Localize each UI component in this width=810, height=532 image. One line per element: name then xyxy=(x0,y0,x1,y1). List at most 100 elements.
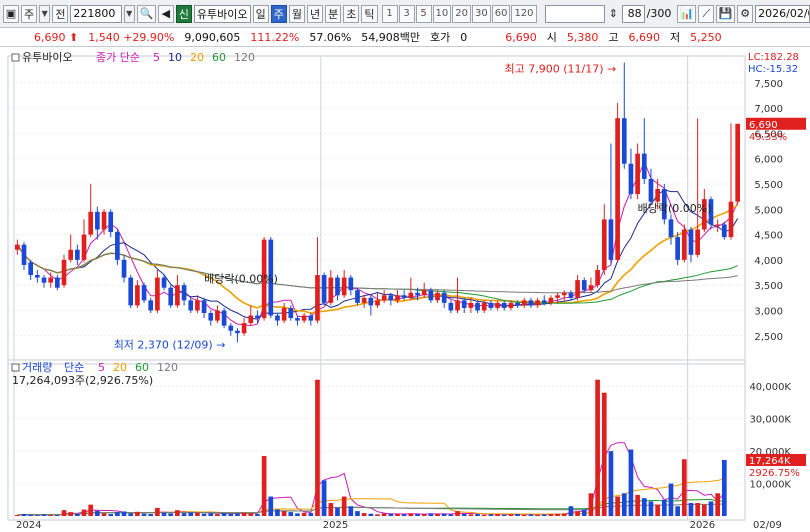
candle-body xyxy=(88,211,94,235)
candle-body xyxy=(568,292,574,298)
volume-bar xyxy=(448,514,454,516)
candle xyxy=(168,285,174,308)
max-price-annotation: 최고 7,900 (11/17) → xyxy=(505,63,617,76)
candle-body xyxy=(35,275,40,278)
period-button-4[interactable]: 분 xyxy=(325,4,342,23)
interval-button-20[interactable]: 20 xyxy=(452,4,471,23)
x-axis-label: 2026 xyxy=(690,520,715,531)
interval-custom-input[interactable] xyxy=(544,4,606,23)
period-button-0[interactable]: 일 xyxy=(252,4,269,23)
volume-bar xyxy=(695,503,700,516)
market-select[interactable]: 주 xyxy=(21,4,37,23)
up-arrow-icon: ⬆ xyxy=(69,30,79,44)
market-dropdown-icon[interactable]: ▼ xyxy=(39,4,51,23)
candle-body xyxy=(521,300,527,306)
legend-checkbox-icon[interactable] xyxy=(11,53,20,62)
candle-body xyxy=(455,300,460,311)
volume-bar xyxy=(168,513,174,516)
interval-button-120[interactable]: 120 xyxy=(511,4,537,23)
date-input[interactable]: 2026/02/0 xyxy=(755,4,810,23)
interval-button-10[interactable]: 10 xyxy=(432,4,452,23)
candle-body xyxy=(588,285,594,291)
volume-bar xyxy=(315,379,320,516)
volume-bar xyxy=(435,514,440,516)
period-button-5[interactable]: 초 xyxy=(343,4,360,23)
candle-body xyxy=(548,297,554,303)
hoga-value: 0 xyxy=(460,30,468,44)
volume-bar xyxy=(235,513,240,516)
legend-ma-label: 종가 단순 xyxy=(96,51,140,64)
interval-button-5[interactable]: 5 xyxy=(415,4,432,23)
volume-bar xyxy=(421,514,427,516)
candle-body xyxy=(348,277,354,291)
interval-button-60[interactable]: 60 xyxy=(491,4,511,23)
hoga-label: 호가 xyxy=(430,31,451,44)
candle-body xyxy=(508,302,514,308)
lc-label: LC:182.28 xyxy=(748,52,799,63)
volume-bar xyxy=(308,513,314,516)
volume-bar xyxy=(441,513,447,516)
volume-bar xyxy=(701,504,707,516)
volume-bar xyxy=(28,514,34,516)
period-button-2[interactable]: 월 xyxy=(288,4,305,23)
code-dropdown-icon[interactable]: ▼ xyxy=(123,4,135,23)
candle xyxy=(721,221,727,240)
zoom-count-input[interactable]: 88 xyxy=(621,4,645,23)
period-button-1[interactable]: 주 xyxy=(270,4,287,23)
stock-code-input[interactable]: 221800 xyxy=(70,4,122,23)
volume-legend-period: 60 xyxy=(135,361,149,374)
search-icon[interactable]: 🔍 xyxy=(136,4,156,23)
period-button-3[interactable]: 년 xyxy=(307,4,324,23)
candle-body xyxy=(395,295,400,301)
volume-tick-label: 30,000K xyxy=(749,415,791,426)
volume-bar xyxy=(68,512,74,516)
layout-icon[interactable]: ▣ xyxy=(3,4,19,23)
candle-body xyxy=(581,280,587,291)
volume-bar xyxy=(355,511,360,516)
indicator-icon[interactable]: ⟋ xyxy=(698,4,715,23)
volume-bar xyxy=(515,514,520,516)
volume-bar xyxy=(628,449,634,516)
price-tick-label: 6,000 xyxy=(754,155,783,166)
candle-body xyxy=(421,290,427,296)
volume-bar xyxy=(408,513,414,516)
volume-bar xyxy=(21,514,27,516)
chart-type-icon[interactable]: 📊 xyxy=(677,4,697,23)
save-icon[interactable]: 💾 xyxy=(716,4,736,23)
candle xyxy=(321,272,327,306)
candle-body xyxy=(75,249,80,260)
trade-volume: 9,090,605 xyxy=(184,30,241,44)
speaker-icon[interactable]: ◀ xyxy=(157,4,174,23)
volume-bar xyxy=(101,513,107,516)
market-prefix[interactable]: 전 xyxy=(52,4,69,23)
candle-body xyxy=(361,297,367,303)
volume-bar xyxy=(48,515,54,516)
interval-button-30[interactable]: 30 xyxy=(471,4,491,23)
period-button-6[interactable]: 틱 xyxy=(361,4,378,23)
volume-legend-checkbox-icon[interactable] xyxy=(11,363,20,372)
volume-bar xyxy=(548,514,554,516)
volume-bar xyxy=(415,514,420,516)
expand-icon[interactable]: ⇕ xyxy=(607,5,620,23)
candle-body xyxy=(128,277,134,306)
interval-buttons: 1 3 5 10 20 30 60 120 xyxy=(381,4,537,23)
settings-icon[interactable]: ⚙ xyxy=(737,4,754,23)
candle-body xyxy=(121,259,127,278)
volume-bar xyxy=(348,506,354,516)
volume-bar xyxy=(295,513,300,516)
interval-button-1[interactable]: 1 xyxy=(381,4,398,23)
volume-bar xyxy=(461,514,467,516)
candle-body xyxy=(255,315,260,319)
interval-button-3[interactable]: 3 xyxy=(398,4,415,23)
candle-body xyxy=(428,290,434,301)
candle-body xyxy=(688,229,694,255)
volume-bar xyxy=(508,514,514,516)
candle-body xyxy=(328,277,334,303)
candle-body xyxy=(728,201,734,238)
candle-body xyxy=(308,315,314,321)
candle-body xyxy=(648,178,654,202)
stock-chart[interactable]: 7,5007,0006,5006,0005,5005,0004,5004,000… xyxy=(0,48,810,532)
volume-bar xyxy=(135,511,140,516)
volume-bar xyxy=(541,514,547,516)
candle-body xyxy=(28,262,34,276)
